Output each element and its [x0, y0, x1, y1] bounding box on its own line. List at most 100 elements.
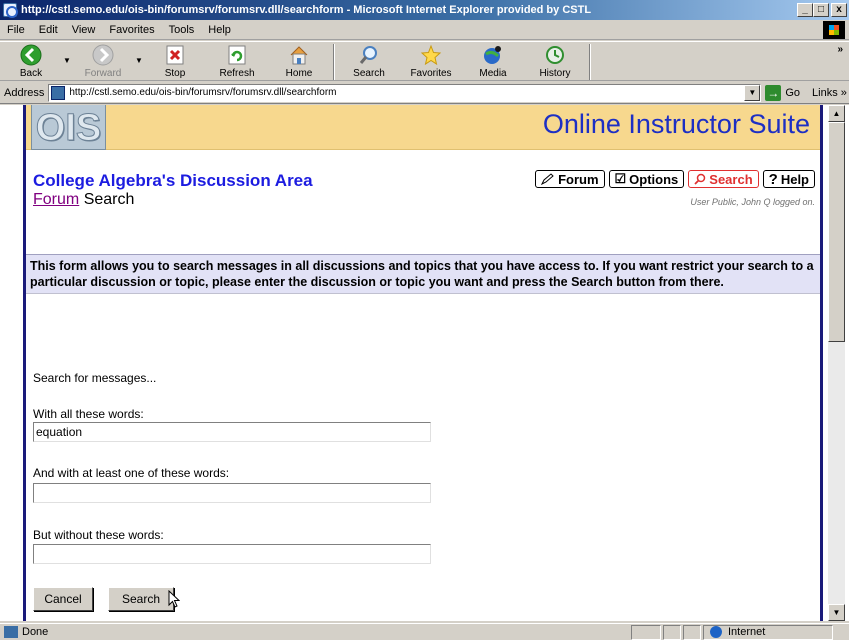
links-button[interactable]: Links »	[812, 87, 847, 99]
menu-favorites[interactable]: Favorites	[102, 24, 161, 36]
status-pane	[683, 624, 701, 640]
address-bar: Address http://cstl.semo.edu/ois-bin/for…	[0, 82, 849, 104]
breadcrumb-current: Search	[83, 191, 135, 208]
without-words-input[interactable]	[33, 544, 431, 564]
page-frame: OIS Online Instructor Suite College Alge…	[23, 105, 823, 621]
refresh-icon	[226, 44, 248, 66]
menu-file[interactable]: File	[0, 24, 32, 36]
history-icon	[544, 44, 566, 66]
ie-page-icon	[3, 3, 18, 18]
page-icon	[51, 85, 66, 100]
search-nav-label: Search	[709, 171, 753, 187]
history-label: History	[539, 68, 571, 79]
logo-text: OIS	[35, 107, 102, 149]
close-button[interactable]: x	[831, 3, 847, 17]
refresh-label: Refresh	[219, 68, 255, 79]
cancel-button[interactable]: Cancel	[33, 587, 93, 611]
forum-nav-label: Forum	[558, 171, 599, 187]
stop-icon	[164, 44, 186, 66]
media-button[interactable]: Media	[462, 42, 524, 80]
forward-button[interactable]: Forward	[72, 42, 134, 80]
go-button[interactable]: → Go	[765, 84, 800, 101]
vertical-scrollbar[interactable]: ▲ ▼	[828, 105, 845, 621]
status-pane	[663, 624, 681, 640]
address-dropdown-icon[interactable]: ▼	[744, 84, 761, 101]
favorites-button[interactable]: Favorites	[400, 42, 462, 80]
browser-window: http://cstl.semo.edu/ois-bin/forumsrv/fo…	[0, 0, 849, 640]
go-arrow-icon: →	[765, 84, 782, 101]
options-nav-label: Options	[629, 171, 679, 187]
magnifier-icon	[358, 44, 380, 66]
back-button[interactable]: Back	[0, 42, 62, 80]
star-icon	[420, 44, 442, 66]
home-icon	[288, 44, 310, 66]
standard-toolbar: Back ▼ Forward ▼ Stop Refresh Home Searc…	[0, 41, 849, 81]
without-words-label: But without these words:	[33, 528, 164, 542]
any-words-label: And with at least one of these words:	[33, 466, 230, 480]
back-dropdown-icon[interactable]: ▼	[62, 42, 72, 65]
menu-tools[interactable]: Tools	[162, 24, 202, 36]
suite-title: Online Instructor Suite	[542, 109, 810, 139]
home-label: Home	[285, 68, 313, 79]
pencil-icon	[541, 173, 554, 185]
header-banner: OIS Online Instructor Suite	[26, 105, 820, 150]
toolbar-separator	[333, 44, 335, 80]
user-status: User Public, John Q logged on.	[690, 197, 815, 207]
home-button[interactable]: Home	[268, 42, 330, 80]
toolbar-overflow-button[interactable]: »	[837, 44, 843, 55]
maximize-button[interactable]: □	[813, 3, 829, 17]
menu-bar: File Edit View Favorites Tools Help	[0, 20, 849, 40]
all-words-input[interactable]: equation	[33, 422, 431, 442]
search-nav-button[interactable]: Search	[688, 170, 759, 188]
search-toolbar-label: Search	[353, 68, 385, 79]
status-text-area: Done	[0, 626, 631, 638]
media-label: Media	[479, 68, 507, 79]
info-box: This form allows you to search messages …	[26, 254, 820, 294]
address-input[interactable]: http://cstl.semo.edu/ois-bin/forumsrv/fo…	[48, 83, 762, 102]
windows-logo-icon	[823, 20, 845, 39]
back-arrow-icon	[20, 44, 42, 66]
menu-edit[interactable]: Edit	[32, 24, 65, 36]
scroll-down-icon[interactable]: ▼	[828, 604, 845, 621]
search-toolbar-button[interactable]: Search	[338, 42, 400, 80]
all-words-label: With all these words:	[33, 407, 144, 421]
status-text: Done	[22, 626, 49, 638]
window-title: http://cstl.semo.edu/ois-bin/forumsrv/fo…	[21, 4, 592, 16]
stop-button[interactable]: Stop	[144, 42, 206, 80]
forward-arrow-icon	[92, 44, 114, 66]
minimize-button[interactable]: _	[797, 3, 813, 17]
toolbar-separator	[589, 44, 591, 80]
menu-help[interactable]: Help	[201, 24, 238, 36]
page-viewport: OIS Online Instructor Suite College Alge…	[0, 105, 849, 621]
nav-buttons: Forum ☑ Options Search ? Help	[535, 170, 815, 188]
ois-logo: OIS	[31, 105, 106, 150]
address-label: Address	[4, 86, 45, 99]
scroll-up-icon[interactable]: ▲	[828, 105, 845, 122]
help-nav-button[interactable]: ? Help	[762, 170, 815, 188]
options-nav-button[interactable]: ☑ Options	[608, 170, 685, 188]
any-words-input[interactable]	[33, 483, 431, 503]
discussion-title: College Algebra's Discussion Area	[33, 171, 313, 190]
question-mark-icon: ?	[768, 170, 778, 188]
breadcrumb-forum-link[interactable]: Forum	[33, 191, 79, 208]
history-button[interactable]: History	[524, 42, 586, 80]
forward-label: Forward	[84, 68, 122, 79]
forward-dropdown-icon[interactable]: ▼	[134, 42, 144, 65]
search-icon	[694, 173, 706, 185]
menu-view[interactable]: View	[65, 24, 103, 36]
media-globe-icon	[482, 44, 504, 66]
stop-label: Stop	[164, 68, 186, 79]
scroll-thumb[interactable]	[828, 122, 845, 342]
search-button[interactable]: Search	[108, 587, 174, 611]
internet-globe-icon	[710, 626, 722, 638]
breadcrumb: Forum Search	[33, 191, 134, 209]
zone-label: Internet	[728, 626, 766, 638]
status-pane	[631, 624, 661, 640]
help-nav-label: Help	[780, 171, 809, 187]
address-url: http://cstl.semo.edu/ois-bin/forumsrv/fo…	[69, 87, 337, 98]
title-bar: http://cstl.semo.edu/ois-bin/forumsrv/fo…	[0, 0, 849, 20]
forum-nav-button[interactable]: Forum	[535, 170, 605, 188]
refresh-button[interactable]: Refresh	[206, 42, 268, 80]
checkbox-icon: ☑	[614, 171, 627, 186]
security-zone: Internet	[703, 624, 833, 640]
